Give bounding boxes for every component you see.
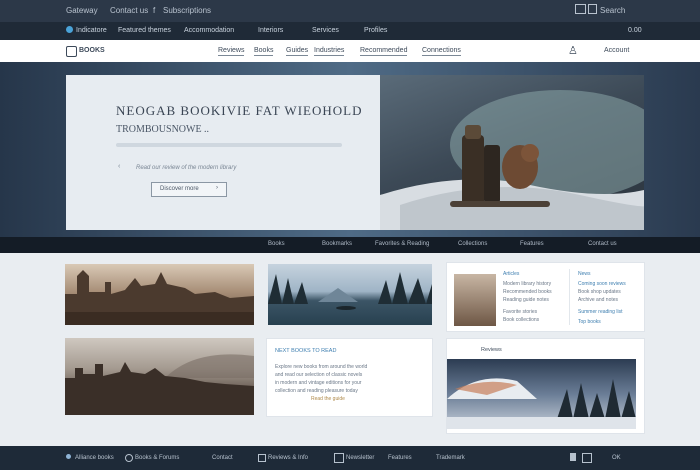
- nav-item-services[interactable]: Services: [312, 27, 339, 34]
- sub-nav-bookmarks[interactable]: Bookmarks: [322, 241, 352, 247]
- user-icon[interactable]: ♙: [568, 44, 578, 57]
- top-link-gateway[interactable]: Gateway: [66, 6, 98, 15]
- article-line-2[interactable]: Recommended books: [503, 289, 552, 295]
- prev-arrow-icon[interactable]: ‹: [118, 163, 120, 170]
- hero-subtitle: TROMBOUSNOWE ..: [116, 124, 210, 135]
- footer-link-contact[interactable]: Contact: [212, 455, 233, 461]
- menu-item-reviews[interactable]: Reviews: [218, 47, 245, 56]
- nav-item-interiors[interactable]: Interiors: [258, 27, 283, 34]
- articles-card: Articles Modern library history Recommen…: [446, 262, 645, 332]
- footer-link-trademark[interactable]: Trademark: [436, 455, 465, 461]
- reviews-label[interactable]: Reviews: [481, 347, 502, 353]
- next-books-line-4: collection and reading pleasure today: [275, 388, 358, 394]
- sub-nav-books[interactable]: Books: [268, 241, 285, 247]
- menu-item-guides[interactable]: Guides: [286, 47, 309, 56]
- footer-ok-link[interactable]: OK: [612, 455, 621, 461]
- bookmark-icon[interactable]: [588, 4, 597, 14]
- card-divider: [569, 269, 570, 325]
- castle-illustration: [65, 270, 254, 325]
- menu-item-connections[interactable]: Connections: [422, 47, 461, 56]
- reviews-card: Reviews: [446, 338, 645, 434]
- brand-name[interactable]: BOOKS: [79, 47, 105, 54]
- top-search-link[interactable]: Search: [600, 6, 625, 15]
- top-link-facebook[interactable]: f: [153, 6, 155, 15]
- news-line-3[interactable]: Archive and notes: [578, 297, 618, 303]
- city-illustration: [65, 354, 254, 415]
- top-bar: Gateway Contact us f Subscriptions Searc…: [0, 0, 700, 22]
- hero-image: [380, 75, 644, 230]
- top-link-contact[interactable]: Contact us: [110, 6, 148, 15]
- footer-link-features[interactable]: Features: [388, 455, 412, 461]
- news-line-2[interactable]: Book shop updates: [578, 289, 621, 295]
- menu-item-recommended[interactable]: Recommended: [360, 47, 408, 56]
- card-castle-image[interactable]: [65, 264, 254, 325]
- arrow-right-icon: ›: [216, 185, 218, 191]
- news-line-1[interactable]: Coming soon reviews: [578, 281, 626, 287]
- sub-navigation: Books Bookmarks Favorites & Reading Coll…: [0, 237, 700, 253]
- next-books-line-2: and read our selection of classic novels: [275, 372, 363, 378]
- sub-nav-favorites[interactable]: Favorites & Reading: [375, 241, 429, 247]
- discover-button-label: Discover more: [160, 186, 199, 192]
- article-line-5[interactable]: Book collections: [503, 317, 539, 323]
- winter-illustration: [447, 378, 636, 429]
- footer-share-icon[interactable]: [582, 453, 592, 463]
- article-line-4[interactable]: Favorite stories: [503, 309, 537, 315]
- window-icon[interactable]: [575, 4, 586, 14]
- hero-divider: [116, 143, 342, 147]
- footer-link-forums[interactable]: Books & Forums: [135, 455, 179, 461]
- footer-link-alliance[interactable]: Alliance books: [75, 455, 114, 461]
- lake-illustration: [268, 272, 432, 310]
- nav-item-indicatore[interactable]: Indicatore: [76, 27, 107, 34]
- hero-figurine-illustration: [380, 90, 644, 230]
- hero-panel: [66, 75, 380, 230]
- footer-print-icon[interactable]: [570, 453, 576, 461]
- next-books-card: NEXT BOOKS TO READ Explore new books fro…: [266, 338, 433, 417]
- news-line-4[interactable]: Summer reading list: [578, 309, 622, 315]
- nav-item-accommodation[interactable]: Accommodation: [184, 27, 234, 34]
- main-menu: BOOKS Reviews Books Guides Industries Re…: [0, 40, 700, 63]
- next-books-line-1: Explore new books from around the world: [275, 364, 368, 370]
- footer-link-newsletter[interactable]: Newsletter: [346, 455, 374, 461]
- menu-item-books[interactable]: Books: [254, 47, 274, 56]
- footer-link-reviews[interactable]: Reviews & Info: [268, 455, 308, 461]
- footer-globe-icon: [66, 454, 71, 459]
- cart-total[interactable]: 0.00: [628, 27, 642, 34]
- next-books-header: NEXT BOOKS TO READ: [275, 348, 337, 354]
- logo-icon: [66, 46, 77, 57]
- globe-icon: [66, 26, 73, 33]
- card-city-image[interactable]: [65, 338, 254, 415]
- hero-caption: Read our review of the modern library: [136, 165, 237, 171]
- nav-item-featured[interactable]: Featured themes: [118, 27, 171, 34]
- nav-item-profiles[interactable]: Profiles: [364, 27, 387, 34]
- winter-image[interactable]: [447, 359, 636, 429]
- news-line-5[interactable]: Top books: [578, 319, 601, 325]
- footer-info-icon: [258, 454, 266, 462]
- top-link-subscriptions[interactable]: Subscriptions: [163, 6, 211, 15]
- sub-nav-collections[interactable]: Collections: [458, 241, 487, 247]
- sub-nav-features[interactable]: Features: [520, 241, 544, 247]
- articles-header[interactable]: Articles: [503, 271, 519, 277]
- category-nav: Indicatore Featured themes Accommodation…: [0, 22, 700, 40]
- article-line-1[interactable]: Modern library history: [503, 281, 551, 287]
- articles-thumbnail[interactable]: [454, 274, 496, 326]
- account-link[interactable]: Account: [604, 47, 629, 54]
- footer-forum-icon: [125, 454, 133, 462]
- discover-button[interactable]: Discover more ›: [151, 182, 227, 197]
- news-header[interactable]: News: [578, 271, 591, 277]
- hero-title: NEOGAB BOOKIVIE FAT WIEOHOLD: [116, 103, 363, 118]
- article-line-3[interactable]: Reading guide notes: [503, 297, 549, 303]
- sub-nav-contact[interactable]: Contact us: [588, 241, 617, 247]
- menu-item-industries[interactable]: Industries: [314, 47, 345, 56]
- next-books-line-3: in modern and vintage editions for your: [275, 380, 362, 386]
- read-guide-link[interactable]: Read the guide: [311, 396, 345, 402]
- card-lake-image[interactable]: [268, 264, 432, 325]
- footer: Alliance books Books & Forums Contact Re…: [0, 446, 700, 470]
- footer-mail-icon: [334, 453, 344, 463]
